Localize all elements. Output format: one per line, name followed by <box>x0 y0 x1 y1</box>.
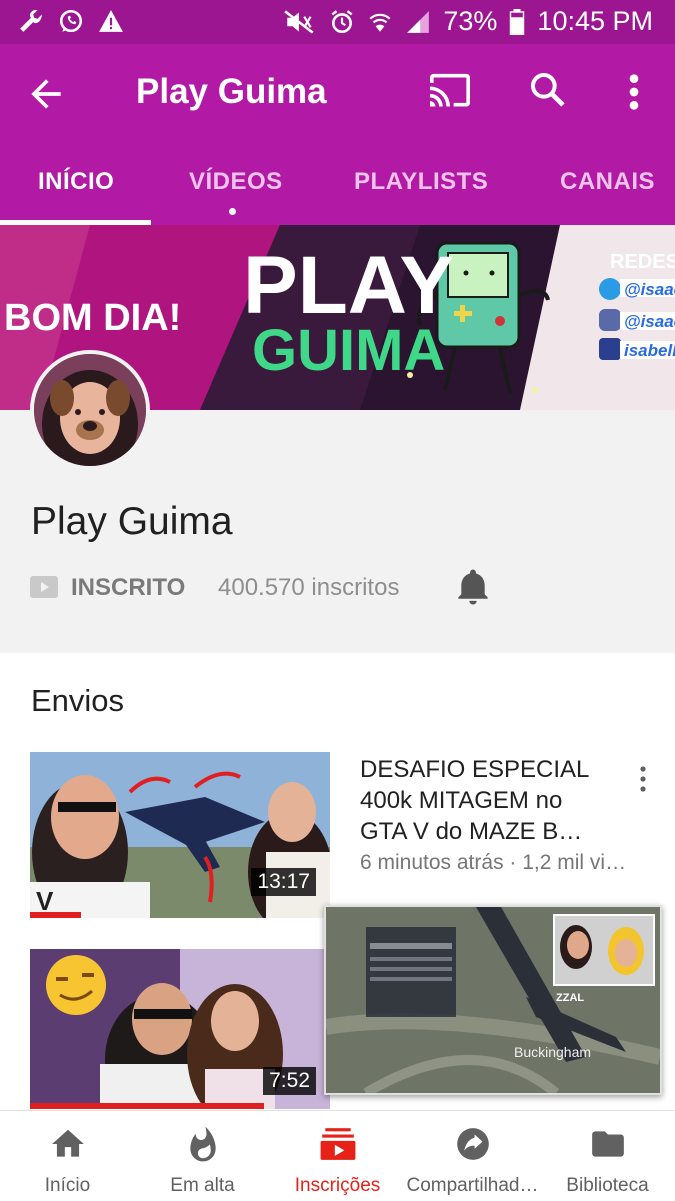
video-title[interactable]: DESAFIO ESPECIAL 400k MITAGEM no GTA V d… <box>360 754 610 847</box>
section-title: Envios <box>31 683 125 718</box>
back-arrow-icon <box>31 79 61 109</box>
mini-player-overlay-text: Buckingham <box>514 1044 591 1060</box>
channel-tabs: INÍCIO VÍDEOS PLAYLISTS CANAIS <box>0 152 675 225</box>
subscriptions-icon <box>320 1128 355 1160</box>
mute-icon <box>284 9 314 34</box>
video-options-button[interactable] <box>637 765 649 798</box>
cast-button[interactable] <box>428 72 472 117</box>
nav-label: Início <box>44 1175 91 1196</box>
bottom-navigation: Início Em alta Inscrições Compartilhad… … <box>0 1110 675 1201</box>
nav-item-biblioteca[interactable]: Biblioteca <box>540 1111 675 1201</box>
more-options-button[interactable] <box>620 72 648 117</box>
instagram-icon <box>599 309 621 331</box>
search-icon <box>531 73 565 107</box>
avatar-image <box>34 354 146 466</box>
subscribed-icon <box>30 576 58 598</box>
banner-greeting: BOM DIA! <box>4 297 181 339</box>
subscription-row: INSCRITO 400.570 inscritos <box>30 569 630 606</box>
channel-avatar[interactable] <box>30 350 150 470</box>
battery-icon <box>510 8 525 35</box>
whatsapp-icon <box>59 9 83 33</box>
tab-videos[interactable]: VÍDEOS <box>189 168 283 196</box>
warning-icon <box>99 10 123 32</box>
nav-item-inicio[interactable]: Início <box>0 1111 135 1201</box>
nav-item-compartilhados[interactable]: Compartilhad… <box>405 1111 540 1201</box>
fire-icon <box>189 1126 216 1162</box>
alarm-icon <box>331 9 353 33</box>
video-thumbnail[interactable]: 7:52 <box>30 949 330 1109</box>
bell-icon <box>458 569 488 605</box>
banner-social-title: REDES <box>610 251 675 273</box>
home-icon <box>51 1129 84 1157</box>
nav-label: Biblioteca <box>566 1175 649 1196</box>
banner-handle-facebook: isabell <box>624 341 675 360</box>
banner-handle-instagram: @isaac <box>624 312 675 331</box>
nav-item-inscricoes[interactable]: Inscrições <box>270 1111 405 1201</box>
more-vert-icon <box>629 74 639 110</box>
wrench-icon <box>20 9 42 32</box>
subscribed-button[interactable]: INSCRITO <box>71 574 185 602</box>
app-bar: Play Guima INÍCIO VÍDEOS PLAYLISTS CANAI… <box>0 44 675 225</box>
watch-progress-bar <box>30 1103 264 1109</box>
nav-label: Compartilhad… <box>406 1175 539 1196</box>
tab-inicio[interactable]: INÍCIO <box>38 168 114 196</box>
nav-label: Em alta <box>170 1175 235 1196</box>
subscriber-count: 400.570 inscritos <box>218 574 400 601</box>
banner-handle-twitter: @isaac <box>624 280 675 299</box>
more-vert-icon <box>640 766 646 792</box>
battery-percent: 73% <box>443 6 498 36</box>
back-button[interactable] <box>24 72 68 116</box>
status-bar: 73% 10:45 PM <box>0 0 675 44</box>
signal-icon <box>407 10 430 33</box>
banner-logo-guima: GUIMA <box>252 318 445 383</box>
video-duration: 13:17 <box>251 868 316 896</box>
page-title: Play Guima <box>136 72 327 111</box>
cast-icon <box>430 73 470 107</box>
wifi-icon <box>369 13 391 32</box>
folder-icon <box>591 1131 624 1157</box>
share-icon <box>456 1128 489 1160</box>
clock: 10:45 PM <box>537 6 653 36</box>
facebook-icon <box>599 338 621 360</box>
notification-bell-button[interactable] <box>455 568 491 611</box>
mini-player-tag: ZZAL <box>556 992 584 1004</box>
video-meta: 6 minutos atrás · 1,2 mil vi… <box>360 851 627 874</box>
new-content-dot <box>229 208 236 215</box>
twitter-icon <box>599 278 621 300</box>
video-duration: 7:52 <box>263 1067 316 1095</box>
search-button[interactable] <box>528 70 568 115</box>
channel-name: Play Guima <box>31 500 233 543</box>
tab-playlists[interactable]: PLAYLISTS <box>354 168 488 196</box>
nav-label: Inscrições <box>294 1175 381 1196</box>
nav-item-em-alta[interactable]: Em alta <box>135 1111 270 1201</box>
mini-player-video: ZZAL Buckingham <box>326 907 660 1093</box>
tab-canais[interactable]: CANAIS <box>560 168 655 196</box>
video-thumbnail[interactable]: V 13:17 <box>30 752 330 918</box>
mini-player[interactable]: ZZAL Buckingham <box>324 905 662 1095</box>
watch-progress-bar <box>30 912 81 918</box>
